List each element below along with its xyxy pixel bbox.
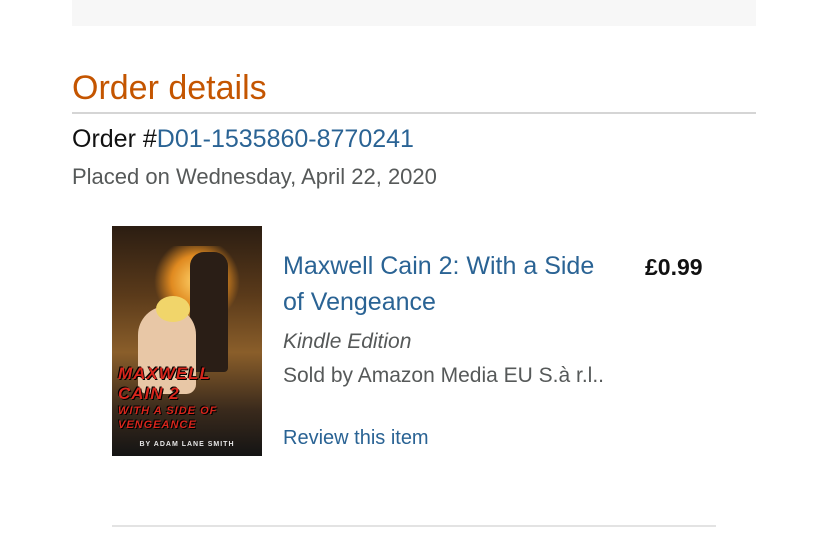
top-section-background — [72, 0, 756, 26]
order-number-line: Order #D01-1535860-8770241 — [72, 123, 414, 155]
item-edition: Kindle Edition — [283, 330, 412, 353]
order-placed-date: Placed on Wednesday, April 22, 2020 — [72, 164, 437, 189]
cover-figure-hair — [156, 296, 190, 322]
item-title-link[interactable]: Maxwell Cain 2: With a Side of Vengeance — [283, 248, 613, 320]
cover-title-line1: MAXWELL CAIN 2 — [118, 364, 211, 403]
order-number-link[interactable]: D01-1535860-8770241 — [157, 125, 414, 153]
item-seller: Sold by Amazon Media EU S.à r.l.. — [283, 364, 604, 387]
item-price: £0.99 — [645, 254, 703, 280]
cover-title: MAXWELL CAIN 2 WITH A SIDE OF VENGEANCE — [118, 364, 256, 431]
cover-title-line2: WITH A SIDE OF VENGEANCE — [118, 405, 218, 431]
review-item-link[interactable]: Review this item — [283, 424, 429, 452]
bottom-divider — [112, 525, 716, 527]
order-details-heading: Order details — [72, 69, 267, 107]
cover-author: BY ADAM LANE SMITH — [139, 441, 235, 448]
book-cover-image[interactable]: MAXWELL CAIN 2 WITH A SIDE OF VENGEANCE … — [112, 226, 262, 456]
heading-divider — [72, 112, 756, 114]
order-number-prefix: Order # — [72, 125, 157, 153]
